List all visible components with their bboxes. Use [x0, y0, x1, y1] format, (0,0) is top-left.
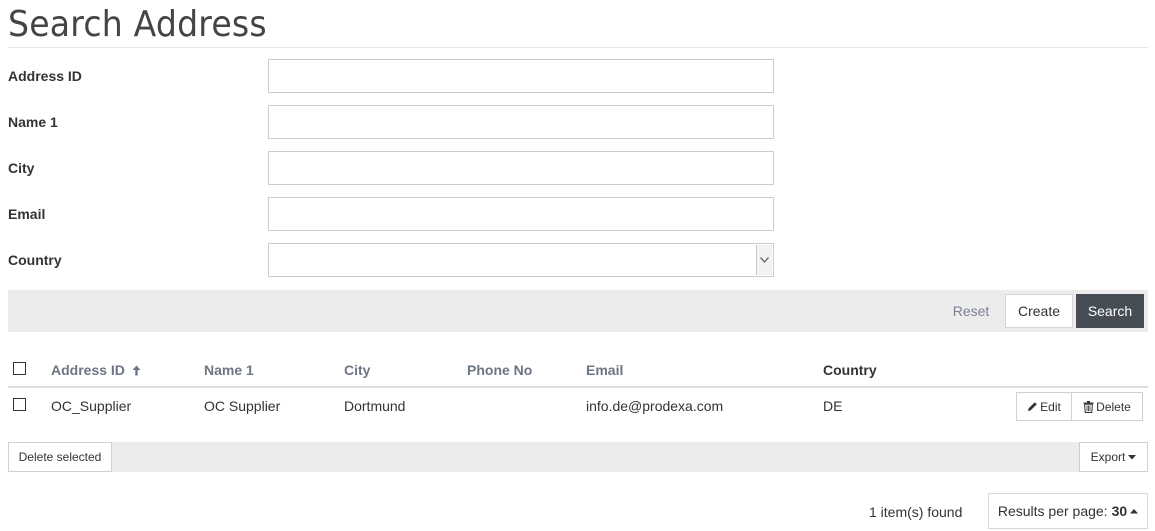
- per-page-value: 30: [1111, 503, 1128, 519]
- form-row-city: City: [8, 151, 774, 185]
- address-id-label: Address ID: [8, 68, 82, 84]
- export-label: Export: [1090, 450, 1126, 464]
- arrow-up-icon: [132, 365, 141, 376]
- country-select[interactable]: [268, 243, 774, 277]
- column-header-email[interactable]: Email: [586, 362, 623, 378]
- search-action-bar: Reset Create Search: [8, 290, 1148, 332]
- delete-label: Delete: [1096, 399, 1131, 414]
- reset-button[interactable]: Reset: [948, 294, 994, 328]
- form-row-name1: Name 1: [8, 105, 774, 139]
- cell-address-id: OC_Supplier: [51, 398, 132, 414]
- email-label: Email: [8, 206, 46, 222]
- select-all-checkbox[interactable]: [13, 362, 26, 375]
- name1-input[interactable]: [268, 105, 774, 139]
- chevron-down-icon[interactable]: [756, 245, 772, 275]
- caret-up-icon: [1130, 508, 1139, 513]
- trash-icon: [1083, 400, 1094, 413]
- pencil-icon: [1028, 402, 1037, 411]
- cell-email: info.de@prodexa.com: [586, 398, 724, 414]
- column-header-city[interactable]: City: [344, 362, 370, 378]
- delete-button[interactable]: Delete: [1071, 392, 1143, 421]
- table-row: OC_Supplier OC Supplier Dortmund info.de…: [8, 388, 1148, 424]
- column-header-phone[interactable]: Phone No: [467, 362, 532, 378]
- form-row-country: Country: [8, 243, 774, 277]
- form-row-address-id: Address ID: [8, 59, 774, 93]
- per-page-label: Results per page:: [997, 503, 1108, 519]
- caret-down-icon: [1128, 454, 1137, 459]
- export-button[interactable]: Export: [1079, 442, 1148, 472]
- column-header-country: Country: [823, 362, 877, 378]
- name1-label: Name 1: [8, 114, 58, 130]
- cell-name1: OC Supplier: [204, 398, 281, 414]
- column-header-name1[interactable]: Name 1: [204, 362, 254, 378]
- delete-selected-button[interactable]: Delete selected: [8, 442, 112, 472]
- address-id-input[interactable]: [268, 59, 774, 93]
- city-input[interactable]: [268, 151, 774, 185]
- column-header-address-id[interactable]: Address ID: [51, 362, 141, 378]
- email-input[interactable]: [268, 197, 774, 231]
- row-checkbox[interactable]: [13, 398, 26, 411]
- city-label: City: [8, 160, 35, 176]
- edit-button[interactable]: Edit: [1016, 392, 1072, 421]
- form-row-email: Email: [8, 197, 774, 231]
- title-divider: [8, 47, 1148, 48]
- page-title: Search Address: [8, 4, 267, 45]
- items-found-count: 1 item(s) found: [869, 504, 963, 520]
- table-header: Address ID Name 1 City Phone No Email Co…: [8, 352, 1148, 388]
- cell-country: DE: [823, 398, 843, 414]
- results-per-page-button[interactable]: Results per page: 30: [988, 493, 1148, 529]
- cell-city: Dortmund: [344, 398, 406, 414]
- country-label: Country: [8, 252, 62, 268]
- create-button[interactable]: Create: [1005, 294, 1073, 328]
- bulk-action-bar: Delete selected Export: [8, 442, 1148, 472]
- edit-label: Edit: [1040, 399, 1061, 414]
- search-button[interactable]: Search: [1076, 294, 1144, 328]
